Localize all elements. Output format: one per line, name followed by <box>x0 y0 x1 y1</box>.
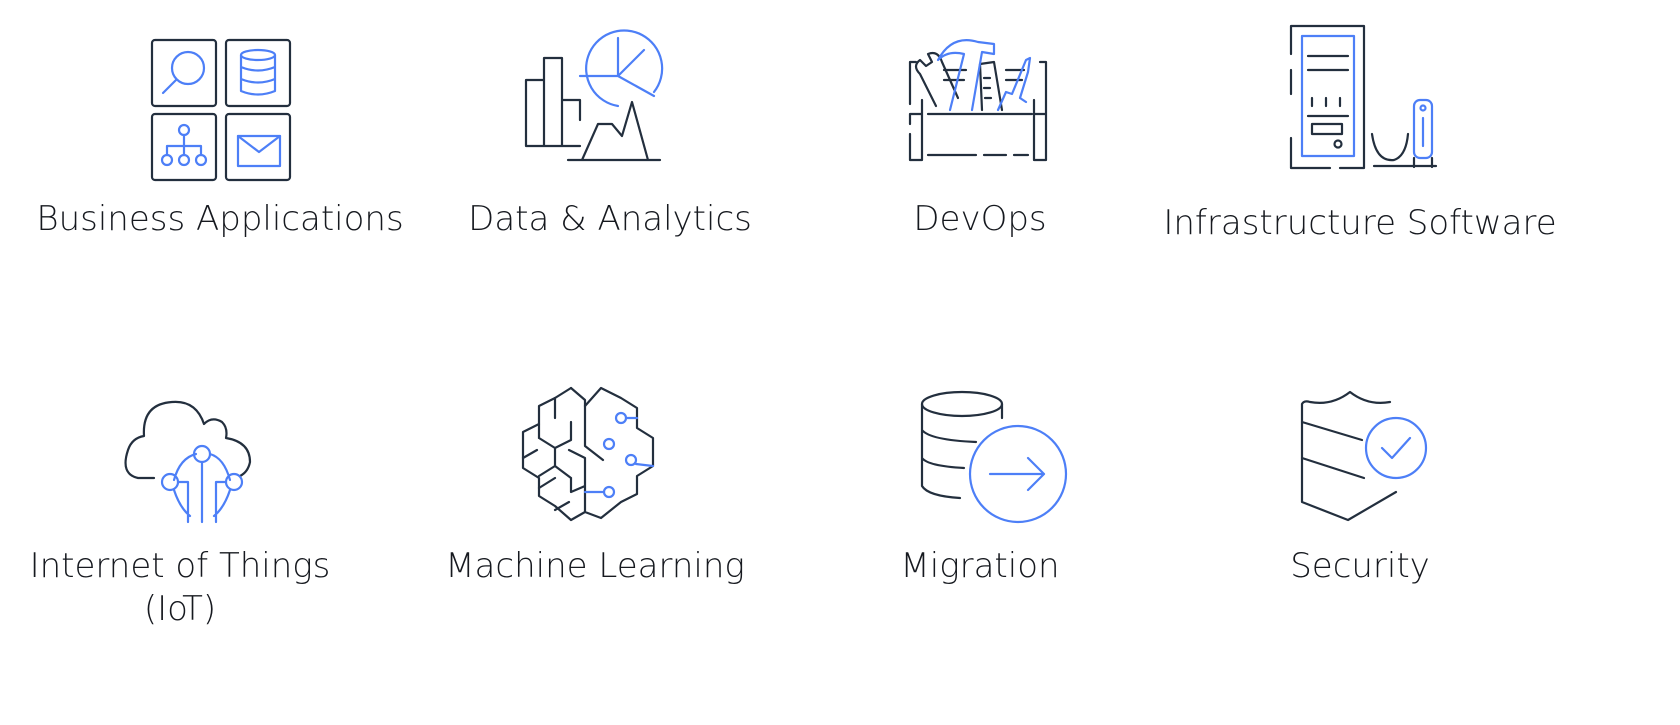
category-infrastructure-software[interactable]: Infrastructure Software <box>1150 0 1570 300</box>
category-label: Internet of Things <box>29 546 331 586</box>
iot-cloud-icon <box>124 398 256 524</box>
category-devops[interactable]: DevOps <box>770 0 1190 300</box>
data-analytics-icon <box>524 28 664 163</box>
server-tower-icon <box>1289 24 1440 170</box>
category-label: Infrastructure Software <box>1163 203 1557 243</box>
category-label-line2: (IoT) <box>143 589 217 629</box>
category-label: Data & Analytics <box>468 199 752 239</box>
category-data-analytics[interactable]: Data & Analytics <box>400 0 820 300</box>
category-label: DevOps <box>913 199 1047 239</box>
brain-circuit-icon <box>521 386 655 522</box>
database-arrow-icon <box>920 390 1068 526</box>
category-label: Machine Learning <box>445 546 745 586</box>
shield-check-icon <box>1300 388 1430 522</box>
devops-toolbox-icon <box>908 24 1048 166</box>
business-applications-icon <box>150 38 292 182</box>
category-label: Business Applications <box>36 199 404 239</box>
category-label: Security <box>1290 546 1430 586</box>
category-migration[interactable]: Migration <box>770 360 1190 680</box>
category-business-applications[interactable]: Business Applications <box>10 0 430 300</box>
category-security[interactable]: Security <box>1150 360 1570 680</box>
category-machine-learning[interactable]: Machine Learning <box>385 360 805 680</box>
category-iot[interactable]: Internet of Things (IoT) <box>0 360 390 680</box>
category-label: Migration <box>900 546 1060 586</box>
